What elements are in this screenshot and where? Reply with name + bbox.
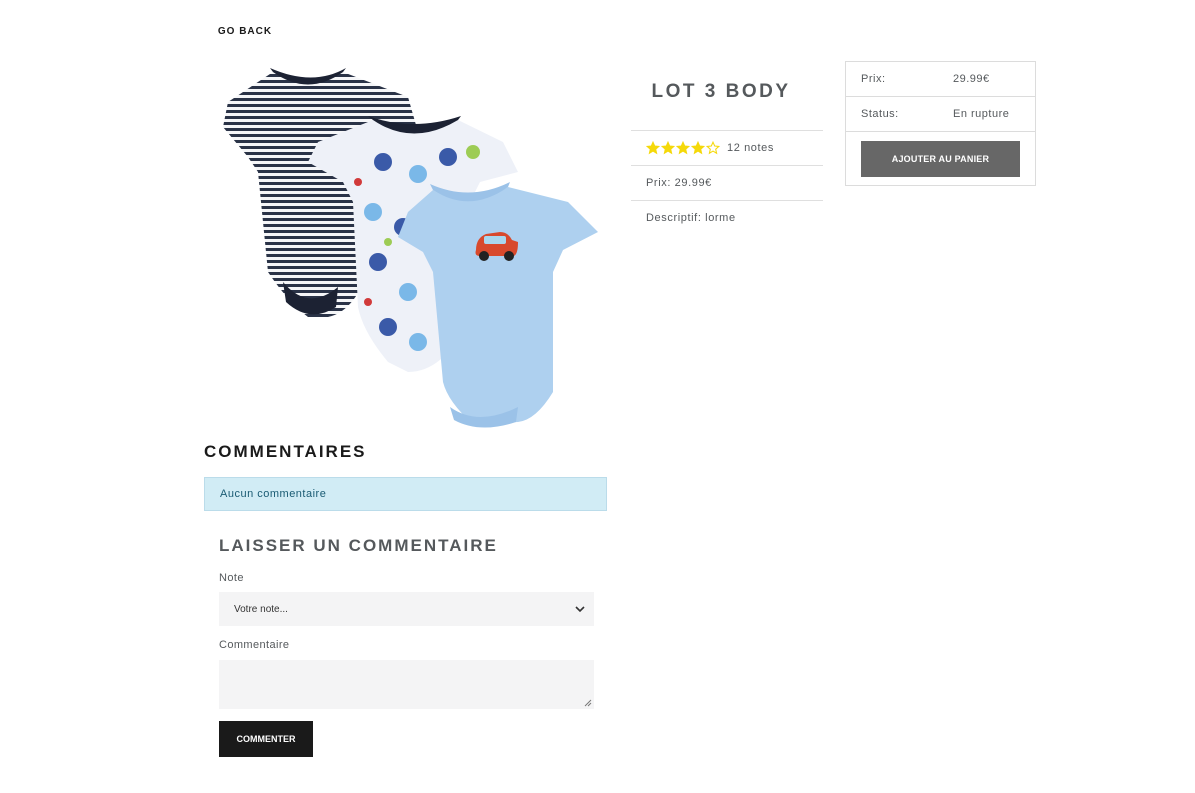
card-status-value: En rupture [953, 108, 1010, 120]
description-text: Descriptif: lorme [646, 212, 736, 224]
card-price-row: Prix: 29.99€ [846, 62, 1035, 97]
star-filled-icon [646, 141, 660, 155]
resize-grip-icon[interactable] [584, 699, 592, 707]
product-title: LOT 3 BODY [651, 81, 791, 102]
comment-textarea[interactable] [219, 660, 594, 709]
rating-stars [646, 141, 720, 155]
note-select[interactable]: Votre note... [219, 592, 594, 626]
star-empty-icon [706, 141, 720, 155]
card-status-row: Status: En rupture [846, 97, 1035, 132]
card-price-label: Prix: [861, 73, 886, 85]
product-info-list: 12 notes Prix: 29.99€ Descriptif: lorme [631, 130, 823, 235]
description-row: Descriptif: lorme [631, 200, 823, 235]
chevron-down-icon [575, 606, 585, 613]
go-back-button[interactable]: GO BACK [207, 16, 283, 46]
note-label: Note [219, 572, 244, 584]
card-status-label: Status: [861, 108, 899, 120]
purchase-card: Prix: 29.99€ Status: En rupture AJOUTER … [845, 61, 1036, 186]
product-image [223, 68, 598, 428]
note-select-value: Votre note... [234, 603, 288, 615]
comments-heading: COMMENTAIRES [204, 442, 367, 461]
price-row: Prix: 29.99€ [631, 165, 823, 200]
star-filled-icon [676, 141, 690, 155]
price-text: Prix: 29.99€ [646, 177, 712, 189]
star-filled-icon [661, 141, 675, 155]
leave-comment-heading: LAISSER UN COMMENTAIRE [219, 536, 498, 555]
card-price-value: 29.99€ [953, 73, 990, 85]
add-to-cart-button[interactable]: AJOUTER AU PANIER [861, 141, 1020, 177]
comment-label: Commentaire [219, 639, 290, 651]
rating-count: 12 notes [727, 142, 775, 154]
no-comments-alert: Aucun commentaire [204, 477, 607, 511]
star-filled-icon [691, 141, 705, 155]
rating-row: 12 notes [631, 130, 823, 165]
submit-comment-button[interactable]: COMMENTER [219, 721, 313, 757]
